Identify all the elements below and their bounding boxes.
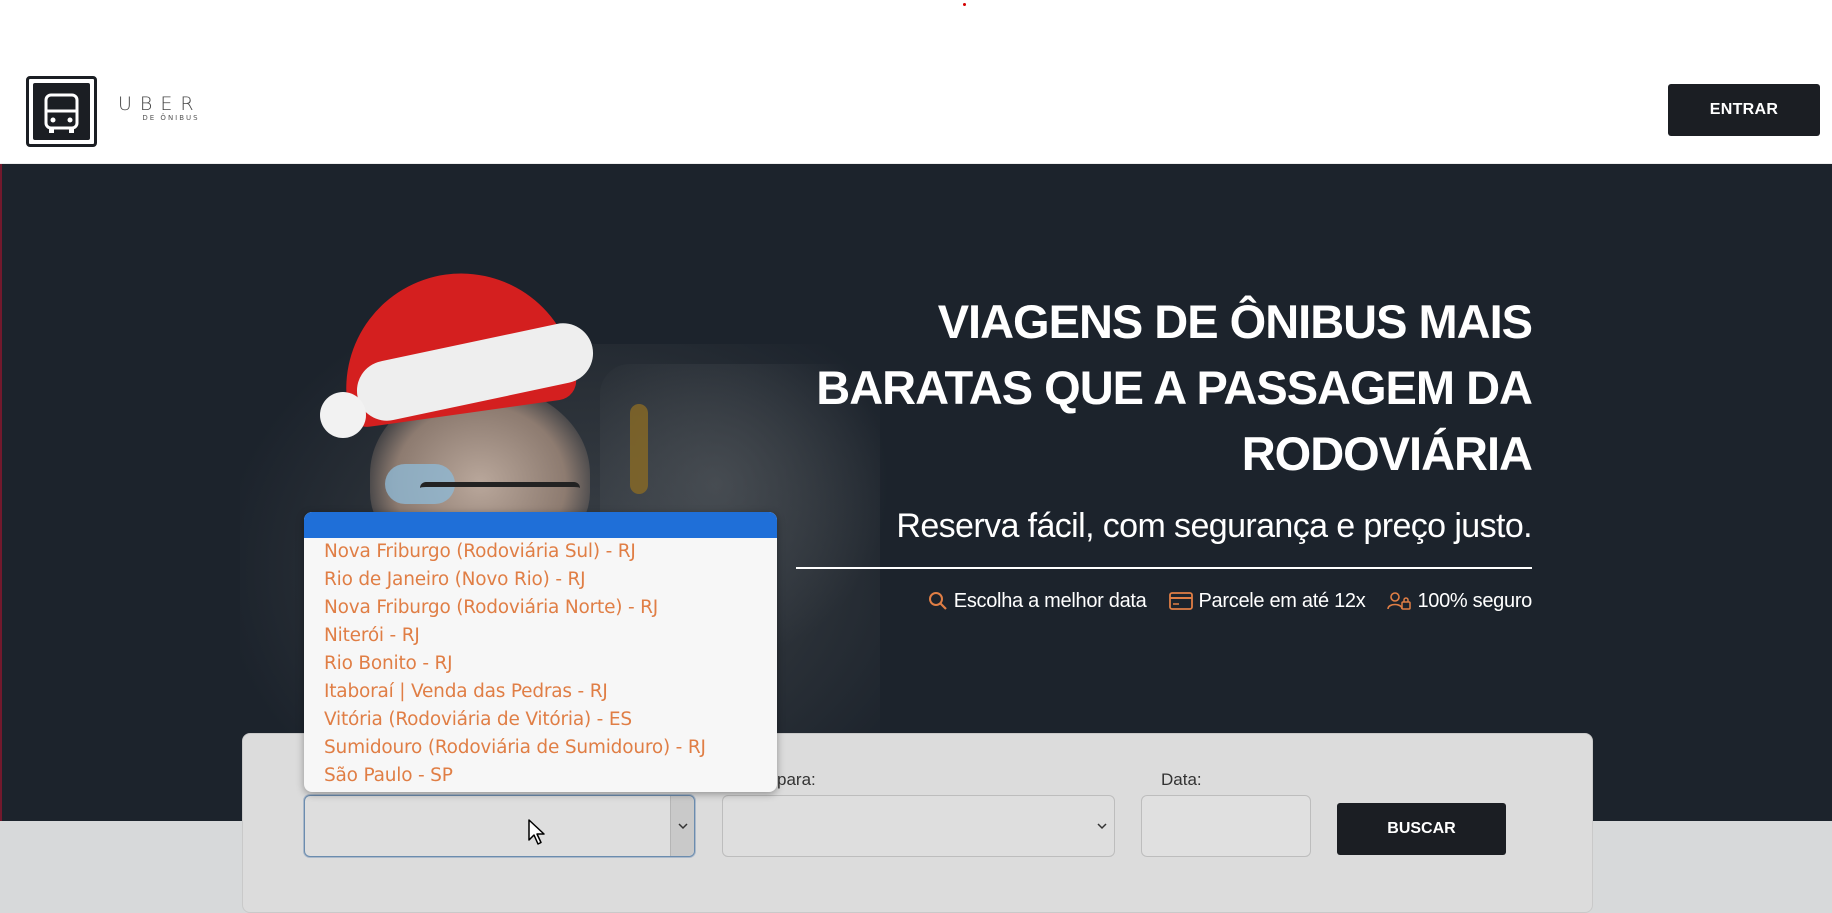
dropdown-option[interactable]: Nova Friburgo (Rodoviária Norte) - RJ [324,594,777,622]
feature-label: Escolha a melhor data [953,589,1147,612]
hero-divider [796,567,1532,569]
feature-item: 100% seguro [1387,590,1532,613]
dropdown-option[interactable]: Niterói - RJ [324,622,777,650]
brand-wordmark: UBER DE ÔNIBUS [118,94,228,122]
chevron-down-icon[interactable] [670,796,694,856]
credit-card-icon [1168,591,1193,611]
origin-select[interactable] [304,795,695,857]
search-icon [928,591,948,611]
hero-edge [0,164,2,821]
dropdown-option[interactable]: São Paulo - SP [324,762,777,790]
bus-icon [33,83,90,140]
santa-hat-pompom [320,392,366,438]
feature-label: 100% seguro [1417,589,1532,612]
origin-dropdown-list[interactable]: Nova Friburgo (Rodoviária Sul) - RJ Rio … [304,512,777,792]
user-lock-icon [1387,591,1412,611]
date-label: Data: [1161,770,1202,789]
dropdown-option[interactable]: Rio Bonito - RJ [324,650,777,678]
feature-item: Escolha a melhor data [928,590,1147,613]
page: UBER DE ÔNIBUS ENTRAR VIAGENS DE ÔNIBUS … [0,0,1832,913]
dropdown-option[interactable]: Rio de Janeiro (Novo Rio) - RJ [324,566,777,594]
date-input[interactable] [1141,795,1311,857]
dropdown-option[interactable]: Itaboraí | Venda das Pedras - RJ [324,678,777,706]
login-button[interactable]: ENTRAR [1668,84,1820,136]
dropdown-option[interactable]: Sumidouro (Rodoviária de Sumidouro) - RJ [324,734,777,762]
mouse-cursor-icon [527,818,547,850]
site-header: UBER DE ÔNIBUS ENTRAR [0,64,1832,164]
destination-select[interactable] [722,795,1115,857]
chevron-down-icon[interactable] [1090,796,1114,856]
top-strip [0,0,1832,64]
search-button[interactable]: BUSCAR [1337,803,1506,855]
dropdown-highlighted-option[interactable] [304,512,777,538]
glasses-shape [420,482,580,506]
logo[interactable] [26,76,97,147]
dropdown-option[interactable]: Vitória (Rodoviária de Vitória) - ES [324,706,777,734]
hero-banner: VIAGENS DE ÔNIBUS MAIS BARATAS QUE A PAS… [0,164,1832,821]
bus-handrail-shape [630,404,648,494]
dropdown-option[interactable]: Nova Friburgo (Rodoviária Sul) - RJ [324,538,777,566]
destination-label: para: [777,770,816,789]
hero-title: VIAGENS DE ÔNIBUS MAIS BARATAS QUE A PAS… [816,295,1533,480]
red-dot [963,3,966,6]
feature-list: Escolha a melhor data Parcele em até 12x… [870,586,1532,616]
brand-name: UBER [118,93,202,115]
hero-subtitle: Reserva fácil, com segurança e preço jus… [896,507,1532,545]
dropdown-options: Nova Friburgo (Rodoviária Sul) - RJ Rio … [304,538,777,790]
feature-item: Parcele em até 12x [1168,589,1366,613]
feature-label: Parcele em até 12x [1198,589,1366,612]
brand-subtitle: DE ÔNIBUS [142,114,200,122]
